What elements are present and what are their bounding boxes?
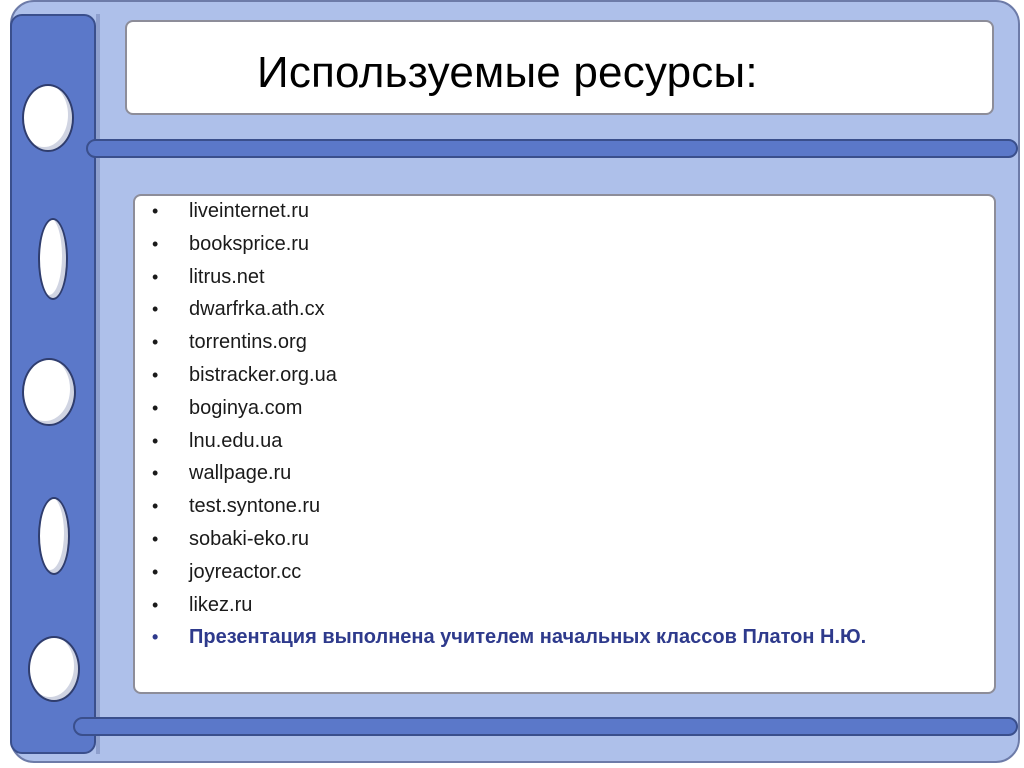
slide: Используемые ресурсы: • liveinternet.ru •… <box>0 0 1024 768</box>
bullet-icon: • <box>152 233 159 254</box>
slide-title: Используемые ресурсы: <box>257 48 758 97</box>
bullet-icon: • <box>152 332 159 353</box>
list-item: • joyreactor.cc <box>152 558 866 591</box>
bullet-icon: • <box>152 201 159 221</box>
list-item: • test.syntone.ru <box>152 492 866 525</box>
resource-item-label: boginya.com <box>189 396 303 419</box>
resource-item-label: likez.ru <box>189 593 253 616</box>
bullet-icon: • <box>152 397 159 418</box>
resource-item-label: liveinternet.ru <box>189 200 310 222</box>
resource-item-label: joyreactor.cc <box>189 560 302 583</box>
resource-item-label: wallpage.ru <box>189 462 292 485</box>
list-item: • liveinternet.ru <box>152 197 866 230</box>
resource-item-label: dwarfrka.ath.cx <box>189 298 325 321</box>
bullet-icon: • <box>152 496 159 517</box>
bullet-icon: • <box>152 364 159 385</box>
list-item: • lnu.edu.ua <box>152 427 866 460</box>
author-note: Презентация выполнена учителем начальных… <box>189 626 867 649</box>
list-item: • bistracker.org.ua <box>152 361 866 394</box>
list-item: • booksprice.ru <box>152 230 866 263</box>
bullet-icon: • <box>152 430 159 451</box>
list-item: • torrentins.org <box>152 328 866 361</box>
bullet-icon: • <box>152 594 159 615</box>
resource-item-label: litrus.net <box>189 265 265 288</box>
author-note-item: • Презентация выполнена учителем начальны… <box>152 623 866 656</box>
bullet-icon: • <box>152 561 159 582</box>
bullet-icon: • <box>152 299 159 320</box>
binder-ring-5 <box>28 636 80 702</box>
list-item: • wallpage.ru <box>152 459 866 492</box>
binder-shadow <box>96 14 100 754</box>
resource-list: • liveinternet.ru • booksprice.ru • litrus.… <box>152 197 866 656</box>
list-item: • litrus.net <box>152 263 866 296</box>
binder-ring-3 <box>22 358 76 426</box>
list-item: • dwarfrka.ath.cx <box>152 295 866 328</box>
top-divider-bar <box>86 139 1018 158</box>
bullet-icon: • <box>152 463 159 484</box>
bottom-divider-bar <box>73 717 1018 736</box>
resource-item-label: sobaki-eko.ru <box>189 527 310 550</box>
binder-ring-2 <box>38 218 68 300</box>
binder-ring-4 <box>38 497 70 575</box>
binder-ring-1 <box>22 84 74 152</box>
resource-item-label: torrentins.org <box>189 331 307 354</box>
resource-item-label: bistracker.org.ua <box>189 363 337 386</box>
list-item: • likez.ru <box>152 591 866 624</box>
list-item: • boginya.com <box>152 394 866 427</box>
bullet-icon: • <box>152 528 159 549</box>
resource-item-label: test.syntone.ru <box>189 495 321 518</box>
list-item: • sobaki-eko.ru <box>152 525 866 558</box>
resource-item-label: lnu.edu.ua <box>189 429 283 452</box>
resource-item-label: booksprice.ru <box>189 232 310 255</box>
bullet-icon: • <box>152 266 159 287</box>
bullet-icon: • <box>152 627 159 648</box>
